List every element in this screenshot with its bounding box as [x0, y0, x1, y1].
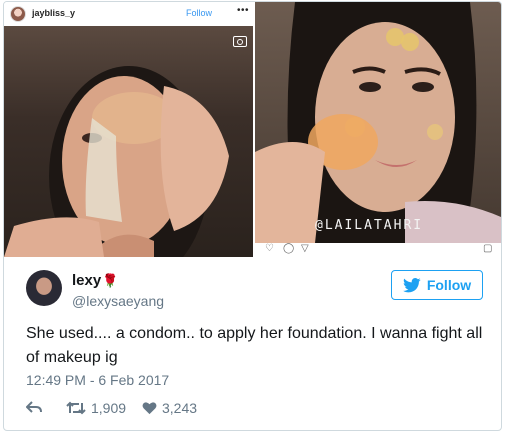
ig-comment-icon: ◯ — [283, 243, 295, 254]
reply-button[interactable] — [26, 400, 42, 414]
watermark: @LAILATAHRI — [315, 218, 424, 233]
follow-button[interactable]: Follow — [391, 270, 483, 300]
camera-icon — [233, 36, 247, 47]
tweet-timestamp[interactable]: 12:49 PM - 6 Feb 2017 — [26, 372, 169, 388]
display-name[interactable]: lexy🌹 — [72, 272, 118, 289]
rose-emoji: 🌹 — [102, 273, 119, 288]
reply-icon — [26, 401, 42, 413]
instagram-post-left: jaybliss_y Follow ••• — [4, 2, 253, 257]
instagram-actions: ♡ ◯ ▽ ▢ — [255, 243, 501, 257]
user-handle[interactable]: @lexysaeyang — [72, 293, 164, 309]
like-button[interactable]: 3,243 — [142, 400, 197, 416]
follow-button-label: Follow — [426, 277, 472, 293]
heart-icon — [142, 402, 157, 415]
photo-left-illustration — [4, 66, 229, 257]
photo-right-illustration — [255, 2, 501, 243]
instagram-header: jaybliss_y Follow ••• — [4, 2, 253, 26]
photo-condom-sponge — [4, 26, 253, 257]
instagram-avatar — [10, 6, 26, 22]
retweet-icon — [66, 401, 86, 415]
retweet-count: 1,909 — [91, 400, 127, 416]
retweet-button[interactable]: 1,909 — [66, 400, 126, 416]
like-count: 3,243 — [162, 400, 198, 416]
instagram-username: jaybliss_y — [32, 8, 76, 18]
tweet-text: She used.... a condom.. to apply her fou… — [26, 325, 483, 366]
twitter-bird-icon — [402, 277, 421, 292]
avatar[interactable] — [26, 270, 62, 306]
tweet-card: jaybliss_y Follow ••• @LAILATAHRI ♡ ◯ ▽ … — [3, 1, 502, 431]
instagram-follow-link: Follow — [186, 8, 213, 18]
instagram-more-icon: ••• — [237, 5, 250, 16]
embedded-image[interactable]: jaybliss_y Follow ••• @LAILATAHRI ♡ ◯ ▽ … — [4, 2, 501, 257]
display-name-text: lexy — [72, 272, 102, 289]
photo-foundation-face: @LAILATAHRI — [255, 2, 501, 243]
ig-bookmark-icon: ▢ — [483, 243, 493, 254]
ig-share-icon: ▽ — [301, 243, 309, 254]
ig-heart-icon: ♡ — [265, 243, 274, 254]
